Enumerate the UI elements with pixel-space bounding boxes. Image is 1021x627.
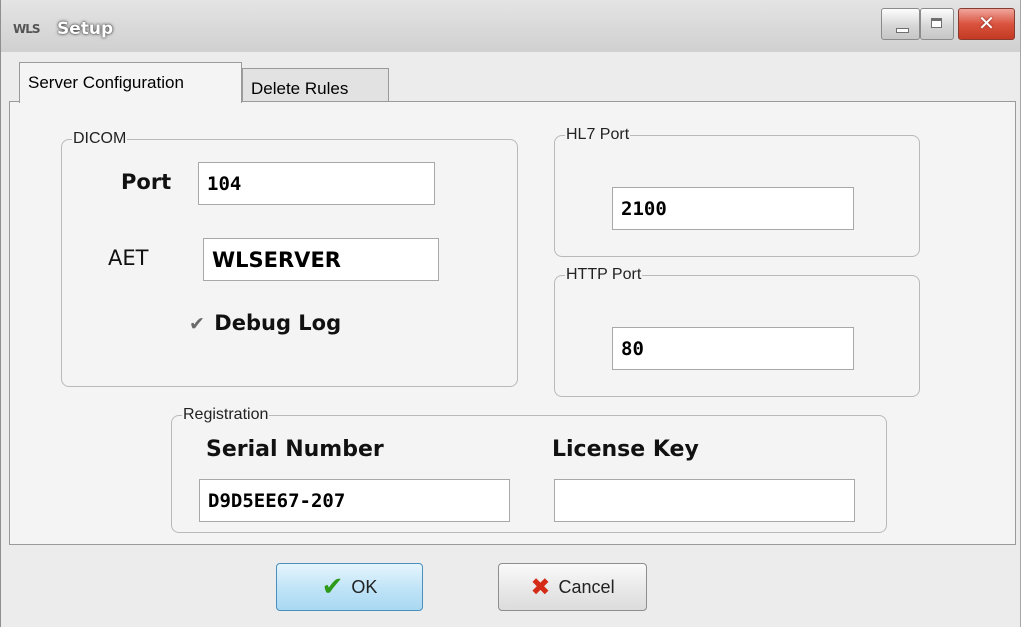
dialog-footer: ✔ OK ✖ Cancel xyxy=(9,545,1014,627)
tab-strip: Server Configuration Delete Rules xyxy=(9,62,1016,103)
tab-delete-rules[interactable]: Delete Rules xyxy=(242,68,389,102)
x-icon: ✖ xyxy=(530,573,551,601)
app-icon: WLS xyxy=(13,22,41,36)
hl7-legend: HL7 Port xyxy=(566,126,630,143)
tab-server-configuration[interactable]: Server Configuration xyxy=(19,62,242,103)
dicom-port-input[interactable] xyxy=(198,162,435,205)
aet-input[interactable] xyxy=(203,238,439,281)
serial-number-input[interactable] xyxy=(199,479,510,522)
minimize-icon xyxy=(896,28,909,33)
cancel-label: Cancel xyxy=(558,576,615,597)
port-label: Port xyxy=(121,170,172,194)
license-key-input[interactable] xyxy=(554,479,855,522)
close-icon: ✕ xyxy=(978,11,995,35)
minimize-button[interactable] xyxy=(881,8,920,40)
hl7-port-input[interactable] xyxy=(612,187,854,230)
http-port-input[interactable] xyxy=(612,327,854,370)
debug-log-label: Debug Log xyxy=(214,311,342,335)
window-title: Setup xyxy=(57,19,114,39)
checkmark-icon: ✔ xyxy=(321,572,344,602)
setup-window: WLS Setup ✕ Server Configuration Delete … xyxy=(0,0,1021,627)
aet-label: AET xyxy=(108,246,149,270)
license-key-label: License Key xyxy=(552,437,699,462)
dicom-legend: DICOM xyxy=(73,130,127,147)
ok-label: OK xyxy=(351,576,378,597)
close-button[interactable]: ✕ xyxy=(958,8,1015,40)
cancel-button[interactable]: ✖ Cancel xyxy=(498,563,647,611)
serial-number-label: Serial Number xyxy=(206,437,384,462)
ok-button[interactable]: ✔ OK xyxy=(276,563,423,611)
title-bar[interactable]: WLS Setup ✕ xyxy=(1,0,1020,52)
debug-log-checkbox[interactable]: ✔ Debug Log xyxy=(189,311,341,335)
maximize-icon xyxy=(931,18,942,28)
checkmark-icon: ✔ xyxy=(189,313,205,335)
maximize-button[interactable] xyxy=(920,8,954,40)
http-legend: HTTP Port xyxy=(566,266,642,283)
registration-legend: Registration xyxy=(183,406,269,423)
